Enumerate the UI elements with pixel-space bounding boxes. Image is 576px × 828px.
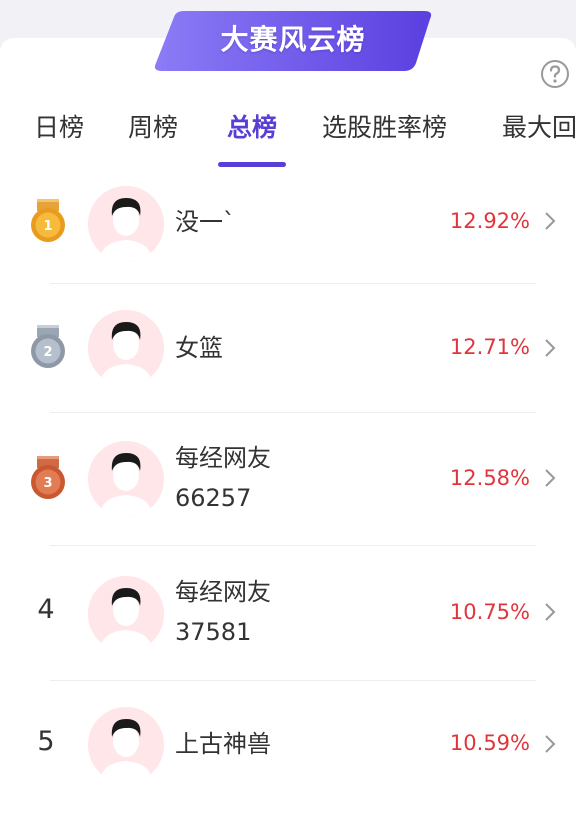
svg-text:2: 2 — [43, 345, 52, 360]
svg-text:3: 3 — [43, 476, 52, 491]
return-rate: 10.59% — [449, 731, 530, 755]
return-rate: 12.92% — [449, 209, 530, 233]
user-name: 没一` — [175, 208, 235, 236]
row-divider — [50, 283, 536, 284]
tab-weekly[interactable]: 周榜 — [128, 108, 178, 148]
user-name-suffix: 66257 — [175, 484, 252, 512]
banner: 大赛风云榜 — [154, 11, 432, 71]
avatar[interactable] — [88, 310, 164, 386]
user-name-suffix: 37581 — [175, 618, 252, 646]
chevron-right-icon — [543, 337, 557, 359]
user-name: 女篮 — [175, 334, 223, 362]
leaderboard-row[interactable]: 3 每经网友 66257 12.58% — [0, 440, 576, 540]
leaderboard-row[interactable]: 2 女篮 12.71% — [0, 310, 576, 410]
leaderboard-row[interactable]: 4 每经网友 37581 10.75% — [0, 574, 576, 674]
row-divider — [50, 545, 536, 546]
chevron-right-icon — [543, 210, 557, 232]
avatar[interactable] — [88, 441, 164, 517]
gold-medal-icon: 1 — [29, 199, 67, 247]
silver-medal-icon: 2 — [29, 325, 67, 373]
bronze-medal-icon: 3 — [29, 456, 67, 504]
user-name: 每经网友 — [175, 444, 271, 472]
active-tab-indicator — [218, 162, 286, 167]
tab-win-rate[interactable]: 选股胜率榜 — [322, 108, 447, 148]
row-divider — [50, 412, 536, 413]
user-name: 每经网友 — [175, 578, 271, 606]
user-name: 上古神兽 — [175, 730, 271, 758]
leaderboard-row[interactable]: 1 没一` 12.92% — [0, 182, 576, 282]
return-rate: 12.58% — [449, 466, 530, 490]
svg-text:1: 1 — [43, 219, 52, 234]
rank-number: 4 — [37, 594, 55, 625]
chevron-right-icon — [543, 733, 557, 755]
return-rate: 10.75% — [449, 600, 530, 624]
avatar[interactable] — [88, 186, 164, 262]
rank-number: 5 — [37, 726, 55, 757]
avatar[interactable] — [88, 707, 164, 783]
tab-bar: 日榜 周榜 总榜 选股胜率榜 最大回 — [0, 108, 576, 168]
banner-title: 大赛风云榜 — [220, 23, 366, 56]
tab-max-drawdown[interactable]: 最大回 — [502, 108, 576, 148]
leaderboard-row[interactable]: 5 上古神兽 10.59% — [0, 706, 576, 806]
tab-total[interactable]: 总榜 — [227, 108, 277, 148]
avatar[interactable] — [88, 576, 164, 652]
return-rate: 12.71% — [449, 335, 530, 359]
question-circle-icon[interactable] — [540, 59, 570, 89]
chevron-right-icon — [543, 467, 557, 489]
tab-daily[interactable]: 日榜 — [34, 108, 84, 148]
row-divider — [50, 680, 536, 681]
chevron-right-icon — [543, 601, 557, 623]
